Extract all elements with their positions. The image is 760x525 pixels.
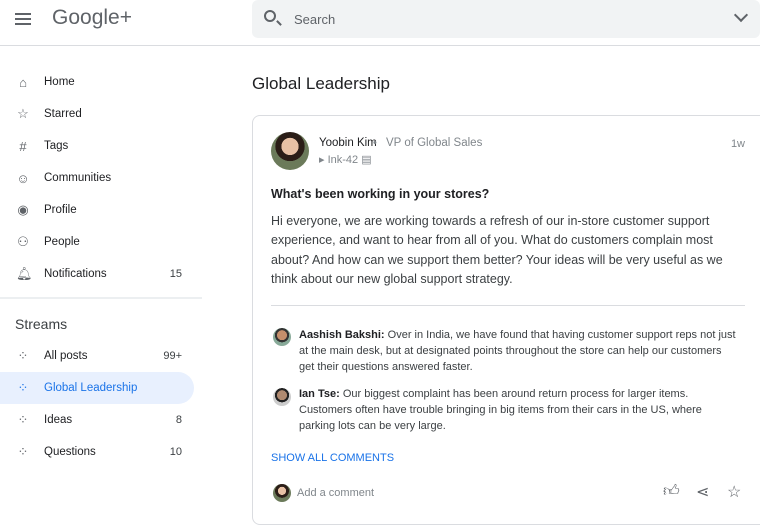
sidebar-item-notifications[interactable]: 🔔︎ Notifications 15 xyxy=(0,258,200,290)
building-icon: ▤ xyxy=(361,154,372,166)
comment: Ian Tse: Our biggest complaint has been … xyxy=(299,386,739,434)
page-title: Global Leadership xyxy=(252,74,390,93)
commenter-avatar[interactable] xyxy=(273,328,291,346)
post-card: Yoobin Kim • VP of Global Sales ▸ Ink-42… xyxy=(252,115,760,525)
top-bar: Google+ Search xyxy=(0,0,760,46)
commenter-avatar[interactable] xyxy=(273,388,291,406)
add-comment-input[interactable]: Add a comment xyxy=(297,487,374,499)
stream-item-global-leadership[interactable]: ⁘ Global Leadership xyxy=(0,372,194,404)
logo[interactable]: Google+ xyxy=(52,6,132,30)
sidebar-item-communities[interactable]: ☺ Communities xyxy=(0,162,200,194)
hashtag-icon: # xyxy=(19,138,27,154)
menu-icon[interactable] xyxy=(15,13,31,28)
bell-icon: 🔔︎ xyxy=(16,266,33,281)
stream-icon: ⁘ xyxy=(17,380,29,395)
comment-author[interactable]: Aashish Bakshi: xyxy=(299,329,385,341)
profile-icon: ◉ xyxy=(17,202,29,217)
comment: Aashish Bakshi: Over in India, we have f… xyxy=(299,327,739,375)
my-avatar xyxy=(273,484,291,502)
author-role: VP of Global Sales xyxy=(386,137,483,149)
sidebar-item-tags[interactable]: # Tags xyxy=(0,130,200,162)
plus-one-icon[interactable]: 👍︎ xyxy=(663,482,680,501)
home-icon: ⌂ xyxy=(19,74,27,90)
search-bar[interactable]: Search xyxy=(252,0,760,38)
sidebar-item-label: Home xyxy=(44,76,75,88)
stream-item-all-posts[interactable]: ⁘ All posts 99+ xyxy=(0,340,200,372)
item-count: 15 xyxy=(169,268,182,280)
sidebar-item-label: Tags xyxy=(44,140,69,152)
post-audience[interactable]: ▸ Ink-42 ▤ xyxy=(319,153,372,166)
stream-icon: ⁘ xyxy=(17,412,29,427)
chevron-down-icon[interactable] xyxy=(733,7,749,23)
post-time: 1w xyxy=(730,138,745,150)
sidebar-item-label: Starred xyxy=(44,108,82,120)
stream-item-questions[interactable]: ⁘ Questions 10 xyxy=(0,436,200,468)
comment-author[interactable]: Ian Tse: xyxy=(299,388,340,400)
star-icon[interactable]: ☆ xyxy=(727,482,741,502)
item-count: 8 xyxy=(175,414,182,426)
divider xyxy=(0,297,202,299)
communities-icon: ☺ xyxy=(16,170,30,186)
sidebar-item-label: People xyxy=(44,236,80,248)
item-count: 99+ xyxy=(163,350,182,362)
stream-label: Ideas xyxy=(44,414,73,426)
separator-dot: • xyxy=(373,137,377,149)
post-body: Hi everyone, we are working towards a re… xyxy=(271,214,723,286)
post-title: What's been working in your stores? xyxy=(271,187,490,201)
star-icon: ☆ xyxy=(17,106,29,121)
streams-list: ⁘ All posts 99+ ⁘ Global Leadership ⁘ Ideas 8 ⁘ Q… xyxy=(0,340,200,468)
stream-icon: ⁘ xyxy=(17,444,29,459)
streams-heading: Streams xyxy=(15,316,68,332)
stream-label: Questions xyxy=(44,446,96,458)
search-icon[interactable] xyxy=(264,10,276,22)
people-icon: ⚇ xyxy=(17,234,29,249)
item-count: 10 xyxy=(169,446,182,458)
sidebar-item-label: Profile xyxy=(44,204,77,216)
sidebar-item-starred[interactable]: ☆ Starred xyxy=(0,98,200,130)
author-name[interactable]: Yoobin Kim xyxy=(319,137,377,149)
divider xyxy=(271,305,745,306)
stream-label: Global Leadership xyxy=(44,382,138,394)
sidebar-item-label: Notifications xyxy=(44,268,107,280)
stream-label: All posts xyxy=(44,350,88,362)
sidebar-nav: ⌂ Home ☆ Starred # Tags ☺ Communities ◉ Profile ⚇ P… xyxy=(0,66,200,290)
sidebar-item-home[interactable]: ⌂ Home xyxy=(0,66,200,98)
sidebar-item-people[interactable]: ⚇ People xyxy=(0,226,200,258)
comment-text: Our biggest complaint has been around re… xyxy=(299,388,702,432)
stream-item-ideas[interactable]: ⁘ Ideas 8 xyxy=(0,404,200,436)
share-icon[interactable]: ⋖ xyxy=(696,482,709,502)
sidebar-item-label: Communities xyxy=(44,172,112,184)
author-avatar[interactable] xyxy=(271,132,309,170)
stream-icon: ⁘ xyxy=(17,348,29,363)
show-all-comments-link[interactable]: SHOW ALL COMMENTS xyxy=(271,452,394,464)
group-name: Ink-42 xyxy=(327,154,359,166)
search-input[interactable]: Search xyxy=(294,12,335,27)
sidebar-item-profile[interactable]: ◉ Profile xyxy=(0,194,200,226)
